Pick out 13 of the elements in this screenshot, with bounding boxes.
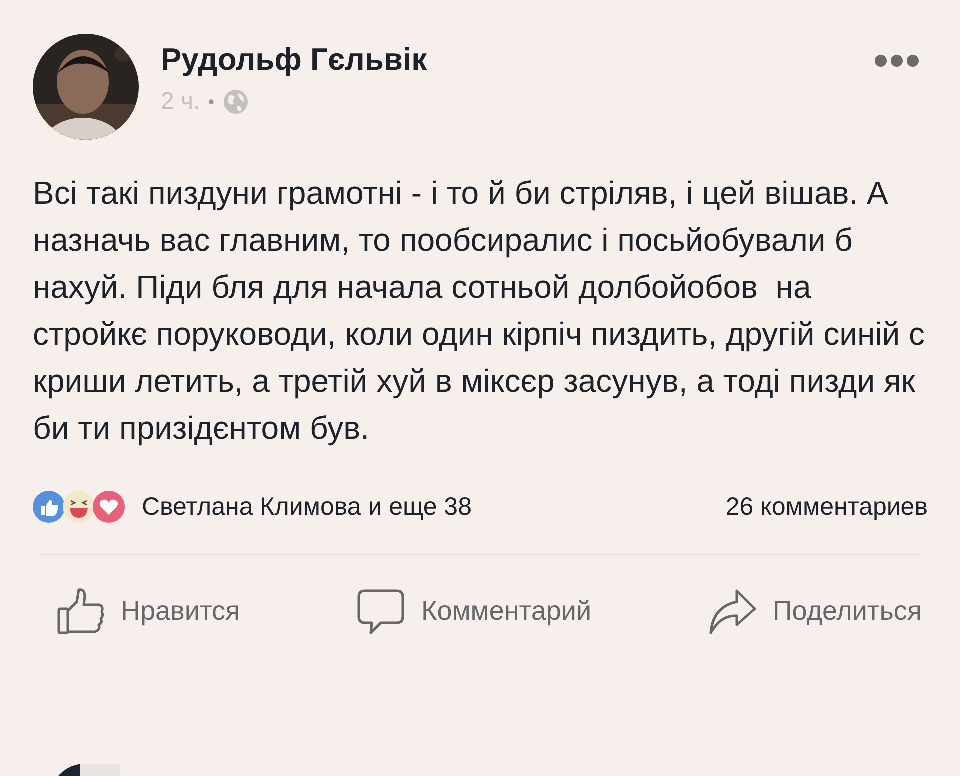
like-button[interactable]: Нравится bbox=[55, 585, 240, 637]
reactions-summary[interactable]: Светлана Климова и еще 38 bbox=[142, 492, 714, 522]
separator-dot: • bbox=[208, 92, 214, 112]
heart-reaction-icon bbox=[92, 490, 126, 524]
comments-count[interactable]: 26 комментариев bbox=[726, 492, 928, 522]
share-button[interactable]: Поделиться bbox=[706, 585, 922, 637]
like-reaction-icon bbox=[32, 490, 66, 524]
more-options-icon[interactable] bbox=[874, 54, 920, 68]
comment-button[interactable]: Комментарий bbox=[355, 585, 592, 637]
laughing-face-icon bbox=[62, 490, 96, 524]
author-name[interactable]: Рудольф Гєльвік bbox=[161, 42, 852, 78]
globe-icon bbox=[222, 89, 248, 115]
post-text: Всі такі пиздуни грамотні - і то й би стріляв, і цей вішав. А назначь вас главним, то пообсиралис і посьйобували б нахуй. Піди бля для начала сотньой долбойобов на стройкє поруководи, коли один кірпіч пиздить, другій синій с криши летить, а третій хуй в міксєр засунув, а тоді пизди як би ти призідєнтом був. bbox=[33, 174, 926, 448]
